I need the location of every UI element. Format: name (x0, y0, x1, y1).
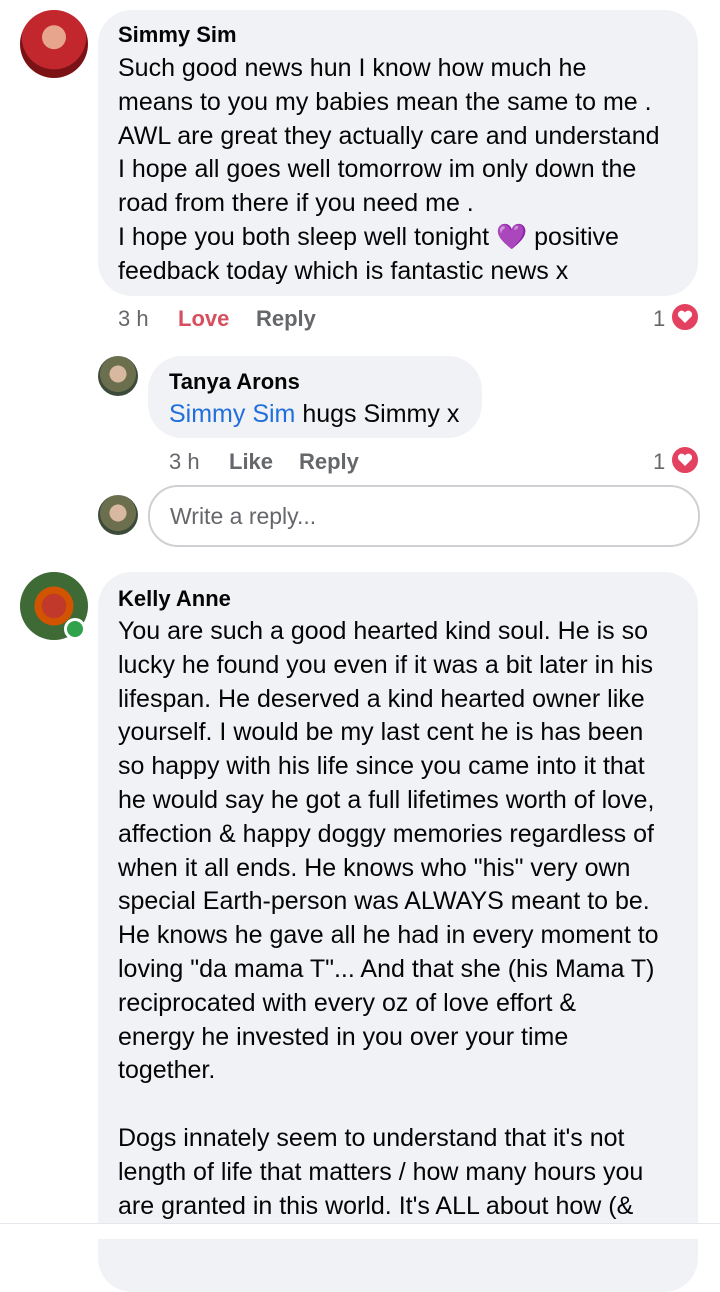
heart-icon[interactable] (670, 445, 700, 475)
reply-input-placeholder[interactable]: Write a reply... (170, 503, 316, 530)
comment-line: Dogs innately seem to understand that it… (118, 1123, 625, 1152)
author-name[interactable]: Kelly Anne (118, 586, 231, 612)
like-button[interactable]: Like (229, 449, 273, 475)
comment-line: Such good news hun I know how much he (118, 54, 587, 82)
avatar-simmy-sim[interactable] (20, 10, 88, 78)
comment-line: I hope all goes well tomorrow im only do… (118, 155, 637, 184)
reply-text: Simmy Sim hugs Simmy x (169, 398, 459, 432)
comment-text: Such good news hun I know how much he me… (118, 52, 660, 289)
comment-time[interactable]: 3 h (118, 306, 149, 332)
comment-line: so happy with his life since you came in… (118, 752, 645, 781)
avatar-tanya-arons[interactable] (98, 356, 138, 396)
comment-line: loving "da mama T"... And that she (his … (118, 954, 655, 983)
reaction-count[interactable]: 1 (653, 449, 665, 475)
comment-line: yourself. I would be my last cent he is … (118, 718, 644, 747)
bottom-bar (0, 1224, 720, 1239)
author-name[interactable]: Simmy Sim (118, 22, 237, 48)
purple-heart-emoji: 💜 (496, 222, 528, 251)
reply-line-text: hugs Simmy x (302, 400, 460, 428)
mention-link[interactable]: Simmy Sim (169, 400, 295, 428)
comment-line: feedback today which is fantastic news x (118, 256, 569, 285)
reply-button[interactable]: Reply (256, 306, 316, 332)
heart-icon-glyph (677, 453, 693, 466)
avatar-current-user (98, 495, 138, 535)
comment-line: he would say he got a full lifetimes wor… (118, 785, 655, 814)
comment-line: You are such a good hearted kind soul. H… (118, 617, 648, 645)
comment-line: energy he invested in you over your time (118, 1022, 569, 1051)
comment-line: He knows he gave all he had in every mom… (118, 921, 659, 950)
comment-line: reciprocated with every oz of love effor… (118, 988, 577, 1017)
comment-line: I hope you both sleep well tonight 💜 pos… (118, 221, 660, 255)
comment-line: affection & happy doggy memories regardl… (118, 819, 654, 848)
comment-line-text: I hope you both sleep well tonight (118, 222, 490, 251)
comment-time[interactable]: 3 h (169, 449, 200, 475)
comment-line: AWL are great they actually care and und… (118, 121, 660, 150)
comment-line: means to you my babies mean the same to … (118, 87, 652, 116)
comment-text: You are such a good hearted kind soul. H… (118, 615, 659, 1223)
comment-line: lifespan. He deserved a kind hearted own… (118, 684, 645, 713)
author-name[interactable]: Tanya Arons (169, 369, 300, 395)
comment-line: when it all ends. He knows who "his" ver… (118, 853, 631, 882)
comment-line: special Earth-person was ALWAYS meant to… (118, 887, 650, 916)
comment-line: length of life that matters / how many h… (118, 1157, 644, 1186)
reaction-count[interactable]: 1 (653, 306, 665, 332)
reply-line: Simmy Sim hugs Simmy x (169, 398, 459, 432)
comment-line: road from there if you need me . (118, 189, 474, 218)
comment-line: lucky he found you even if it was a bit … (118, 650, 654, 679)
online-status-icon (64, 618, 86, 640)
comment-line: are granted in this world. It's ALL abou… (118, 1191, 634, 1220)
love-button[interactable]: Love (178, 306, 229, 332)
reply-button[interactable]: Reply (299, 449, 359, 475)
comment-line (118, 1088, 659, 1122)
comment-line: together. (118, 1056, 216, 1085)
comment-line-text: positive (534, 222, 619, 251)
heart-icon[interactable] (670, 302, 700, 332)
heart-icon-glyph (677, 310, 693, 323)
